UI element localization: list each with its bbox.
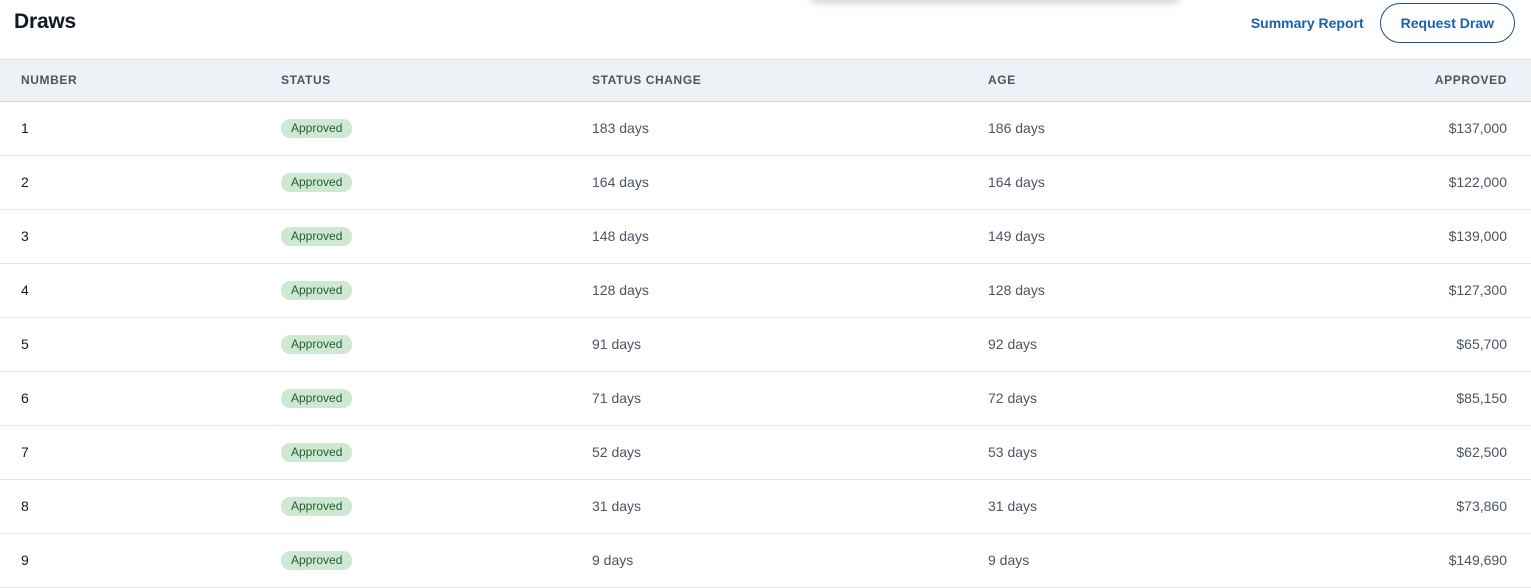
table-row[interactable]: 3 Approved 148 days 149 days $139,000 [0, 209, 1531, 263]
draw-number-cell: 1 [21, 120, 29, 136]
age-cell: 128 days [988, 282, 1045, 298]
approved-amount-cell: $137,000 [1448, 120, 1507, 136]
status-cell: Approved [281, 479, 592, 533]
status-change-cell: 9 days [592, 552, 634, 568]
status-change-cell: 128 days [592, 282, 649, 298]
header-actions: Summary Report Request Draw [1251, 3, 1515, 43]
table-body: 1 Approved 183 days 186 days $137,000 2 Approv… [0, 101, 1531, 587]
draw-number-cell: 5 [21, 336, 29, 352]
status-badge: Approved [281, 280, 353, 300]
table-header-row: NUMBER STATUS STATUS CHANGE AGE APPROVED [0, 60, 1531, 101]
status-cell: Approved [281, 371, 592, 425]
draw-number-cell: 3 [21, 228, 29, 244]
age-cell: 53 days [988, 444, 1038, 460]
status-change-cell: 183 days [592, 120, 649, 136]
approved-amount-cell: $139,000 [1448, 228, 1507, 244]
column-header-approved[interactable]: APPROVED [1288, 60, 1531, 101]
status-change-cell: 164 days [592, 174, 649, 190]
table-row[interactable]: 9 Approved 9 days 9 days $149,690 [0, 533, 1531, 587]
draw-number-cell: 6 [21, 390, 29, 406]
age-cell: 164 days [988, 174, 1045, 190]
summary-report-link[interactable]: Summary Report [1251, 15, 1364, 31]
age-cell: 9 days [988, 552, 1030, 568]
table-row[interactable]: 6 Approved 71 days 72 days $85,150 [0, 371, 1531, 425]
status-badge: Approved [281, 388, 353, 408]
approved-amount-cell: $127,300 [1448, 282, 1507, 298]
approved-amount-cell: $65,700 [1456, 336, 1507, 352]
status-change-cell: 52 days [592, 444, 642, 460]
status-badge: Approved [281, 172, 353, 192]
age-cell: 31 days [988, 498, 1038, 514]
status-badge: Approved [281, 118, 353, 138]
status-change-cell: 71 days [592, 390, 642, 406]
status-cell: Approved [281, 209, 592, 263]
table-row[interactable]: 4 Approved 128 days 128 days $127,300 [0, 263, 1531, 317]
draws-table: NUMBER STATUS STATUS CHANGE AGE APPROVED… [0, 60, 1531, 588]
approved-amount-cell: $122,000 [1448, 174, 1507, 190]
status-cell: Approved [281, 425, 592, 479]
table-row[interactable]: 5 Approved 91 days 92 days $65,700 [0, 317, 1531, 371]
status-cell: Approved [281, 263, 592, 317]
status-cell: Approved [281, 101, 592, 155]
approved-amount-cell: $85,150 [1456, 390, 1507, 406]
age-cell: 186 days [988, 120, 1045, 136]
table-row[interactable]: 2 Approved 164 days 164 days $122,000 [0, 155, 1531, 209]
status-cell: Approved [281, 317, 592, 371]
status-cell: Approved [281, 155, 592, 209]
approved-amount-cell: $149,690 [1448, 552, 1507, 568]
draw-number-cell: 4 [21, 282, 29, 298]
status-change-cell: 31 days [592, 498, 642, 514]
status-cell: Approved [281, 533, 592, 587]
approved-amount-cell: $73,860 [1456, 498, 1507, 514]
table-row[interactable]: 8 Approved 31 days 31 days $73,860 [0, 479, 1531, 533]
status-change-cell: 91 days [592, 336, 642, 352]
column-header-number[interactable]: NUMBER [0, 60, 281, 101]
age-cell: 72 days [988, 390, 1038, 406]
age-cell: 149 days [988, 228, 1045, 244]
column-header-status-change[interactable]: STATUS CHANGE [592, 60, 988, 101]
table-row[interactable]: 7 Approved 52 days 53 days $62,500 [0, 425, 1531, 479]
request-draw-button[interactable]: Request Draw [1379, 3, 1515, 43]
column-header-status[interactable]: STATUS [281, 60, 592, 101]
status-badge: Approved [281, 226, 353, 246]
table-row[interactable]: 1 Approved 183 days 186 days $137,000 [0, 101, 1531, 155]
status-badge: Approved [281, 550, 353, 570]
draws-page: Draws Summary Report Request Draw NUMBER… [0, 0, 1531, 588]
page-title: Draws [14, 10, 77, 33]
age-cell: 92 days [988, 336, 1038, 352]
status-change-cell: 148 days [592, 228, 649, 244]
status-badge: Approved [281, 442, 353, 462]
approved-amount-cell: $62,500 [1456, 444, 1507, 460]
draw-number-cell: 7 [21, 444, 29, 460]
page-header: Draws Summary Report Request Draw [0, 0, 1531, 60]
status-badge: Approved [281, 496, 353, 516]
draw-number-cell: 9 [21, 552, 29, 568]
status-badge: Approved [281, 334, 353, 354]
draw-number-cell: 8 [21, 498, 29, 514]
draw-number-cell: 2 [21, 174, 29, 190]
column-header-age[interactable]: AGE [988, 60, 1288, 101]
